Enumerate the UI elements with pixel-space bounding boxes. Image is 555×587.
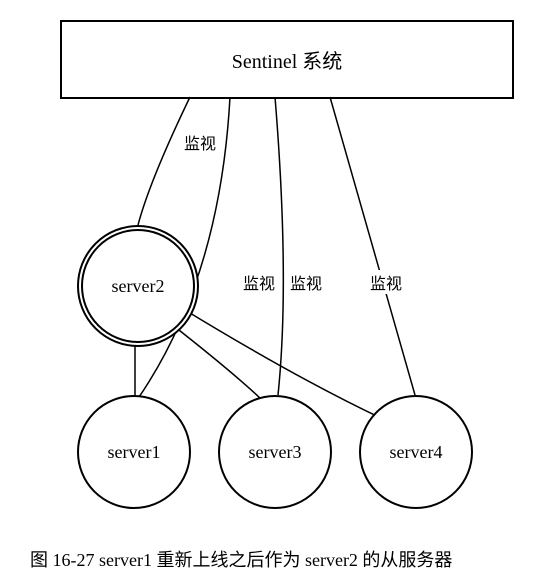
server1-node: server1 (77, 395, 191, 509)
edge-label-server4: 监视 (368, 270, 404, 294)
server2-node: server2 (77, 225, 199, 347)
server4-node: server4 (359, 395, 473, 509)
edge-label-server3: 监视 (288, 270, 324, 294)
server4-label: server4 (390, 442, 443, 463)
edge-sentinel-server4 (330, 97, 415, 395)
edge-sentinel-server3 (275, 97, 283, 395)
edge-server2-server3 (170, 323, 260, 398)
edge-sentinel-server2 (138, 97, 190, 225)
server2-label: server2 (112, 276, 165, 297)
server3-node: server3 (218, 395, 332, 509)
figure-caption: 图 16-27 server1 重新上线之后作为 server2 的从服务器 (30, 546, 452, 572)
edge-label-server1: 监视 (241, 270, 277, 294)
server3-label: server3 (249, 442, 302, 463)
edge-label-server2: 监视 (182, 130, 218, 154)
server1-label: server1 (108, 442, 161, 463)
